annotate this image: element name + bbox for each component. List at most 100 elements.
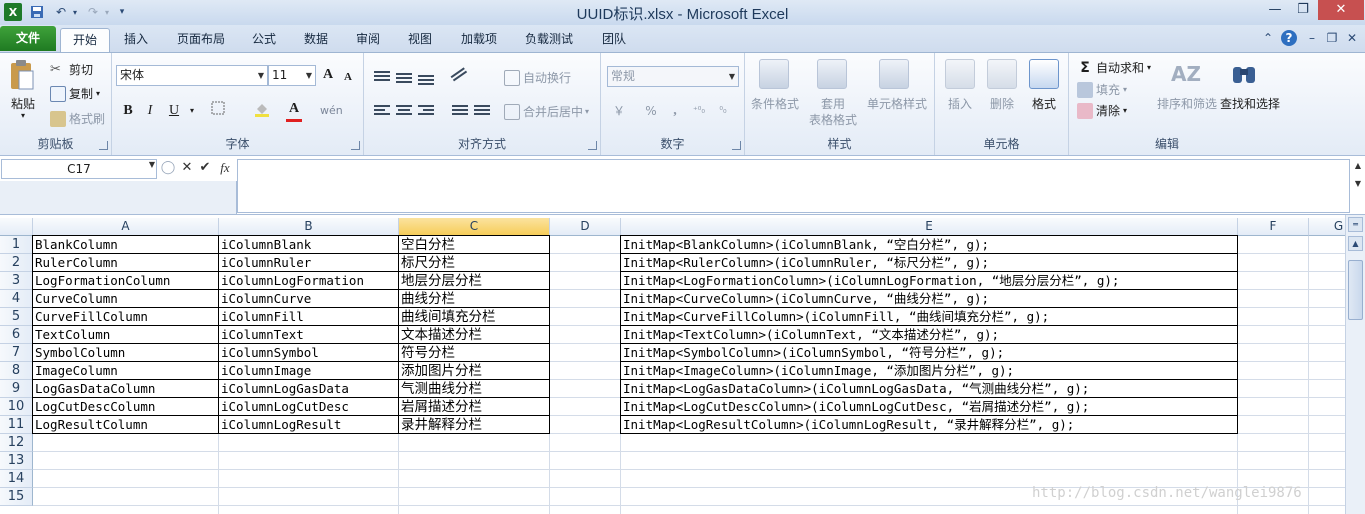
- tab-team[interactable]: 团队: [592, 28, 636, 52]
- column-header-g[interactable]: G: [1309, 218, 1345, 236]
- decrease-decimal-icon[interactable]: ⁰₀: [713, 101, 733, 121]
- formula-expand-up-icon[interactable]: ▲: [1352, 161, 1364, 179]
- insert-function-icon[interactable]: fx: [216, 160, 234, 178]
- column-header-d[interactable]: D: [550, 218, 621, 236]
- row-header[interactable]: 2: [0, 254, 33, 272]
- restore-icon[interactable]: ❐: [1290, 0, 1316, 20]
- split-box-icon[interactable]: ═: [1348, 217, 1363, 232]
- help-icon[interactable]: ?: [1281, 30, 1297, 46]
- insert-cells-icon[interactable]: [945, 59, 975, 89]
- ribbon-minimize-icon[interactable]: ⌃: [1260, 30, 1276, 46]
- column-header-c[interactable]: C: [399, 218, 550, 236]
- align-right-icon[interactable]: [418, 103, 434, 117]
- format-as-table-label1[interactable]: 套用: [805, 95, 861, 112]
- row-header[interactable]: 13: [0, 452, 33, 470]
- font-launcher-icon[interactable]: .: [351, 141, 360, 150]
- tab-file[interactable]: 文件: [0, 26, 56, 51]
- font-size-dropdown-icon[interactable]: ▼: [303, 66, 315, 85]
- autosum-button[interactable]: Σ 自动求和 ▾: [1077, 59, 1151, 76]
- tab-page-layout[interactable]: 页面布局: [168, 28, 234, 52]
- enter-icon[interactable]: ✔: [198, 160, 212, 178]
- format-painter-button[interactable]: 格式刷: [50, 110, 105, 127]
- sort-filter-icon[interactable]: AZ: [1171, 59, 1201, 89]
- close-icon[interactable]: ✕: [1318, 0, 1364, 20]
- format-cells-icon[interactable]: [1029, 59, 1059, 89]
- workbook-minimize-icon[interactable]: –: [1304, 30, 1320, 46]
- name-box-dropdown-icon[interactable]: ▼: [147, 160, 157, 178]
- decrease-indent-icon[interactable]: [452, 103, 468, 117]
- paste-icon[interactable]: [9, 59, 35, 91]
- tab-load-test[interactable]: 负载测试: [514, 28, 584, 52]
- row-header[interactable]: 7: [0, 344, 33, 362]
- row-header[interactable]: 9: [0, 380, 33, 398]
- column-header-f[interactable]: F: [1238, 218, 1309, 236]
- tab-view[interactable]: 视图: [398, 28, 442, 52]
- row-header[interactable]: 6: [0, 326, 33, 344]
- format-as-table-icon[interactable]: [817, 59, 847, 89]
- row-header[interactable]: 10: [0, 398, 33, 416]
- row-header[interactable]: 12: [0, 434, 33, 452]
- conditional-format-label[interactable]: 条件格式: [747, 95, 803, 112]
- underline-button[interactable]: U: [164, 101, 184, 121]
- row-header[interactable]: 4: [0, 290, 33, 308]
- clear-button[interactable]: 清除 ▾: [1077, 102, 1127, 119]
- formula-input[interactable]: [237, 159, 1350, 213]
- formula-expand-down-icon[interactable]: ▼: [1352, 179, 1364, 197]
- scroll-thumb[interactable]: [1348, 260, 1363, 320]
- autosum-dropdown-icon[interactable]: ▾: [1147, 63, 1151, 72]
- bold-button[interactable]: B: [118, 101, 138, 121]
- scroll-up-icon[interactable]: ▲: [1348, 236, 1363, 251]
- increase-indent-icon[interactable]: [474, 103, 490, 117]
- cell-styles-icon[interactable]: [879, 59, 909, 89]
- formula-bar-grip-icon[interactable]: ◯: [160, 160, 176, 178]
- vertical-scrollbar[interactable]: ═ ▲: [1345, 215, 1365, 514]
- insert-cells-label[interactable]: 插入: [939, 95, 981, 112]
- delete-cells-label[interactable]: 删除: [981, 95, 1023, 112]
- cell-styles-label[interactable]: 单元格样式: [863, 95, 931, 112]
- name-box[interactable]: C17: [1, 159, 157, 179]
- merge-center-button[interactable]: 合并后居中 ▾: [504, 103, 589, 120]
- minimize-icon[interactable]: —: [1262, 0, 1288, 20]
- format-cells-label[interactable]: 格式: [1023, 95, 1065, 112]
- row-header[interactable]: 3: [0, 272, 33, 290]
- cut-button[interactable]: ✂ 剪切: [50, 61, 93, 78]
- find-select-label[interactable]: 查找和选择: [1219, 95, 1281, 112]
- paste-dropdown-icon[interactable]: ▾: [4, 111, 42, 120]
- borders-icon[interactable]: [208, 101, 228, 121]
- copy-button[interactable]: 复制 ▾: [50, 85, 100, 102]
- row-header[interactable]: 14: [0, 470, 33, 488]
- column-header-a[interactable]: A: [33, 218, 219, 236]
- orientation-icon[interactable]: [449, 66, 470, 87]
- tab-addins[interactable]: 加载项: [452, 28, 506, 52]
- font-color-icon[interactable]: A: [284, 99, 304, 119]
- conditional-format-icon[interactable]: [759, 59, 789, 89]
- worksheet-grid[interactable]: A B C D E F G 1 2 3 4 5 6 7 8 9 10 11 12 13 14 15 Blan…: [0, 215, 1345, 514]
- wrap-text-button[interactable]: 自动换行: [504, 69, 571, 86]
- select-all-corner[interactable]: [0, 218, 33, 236]
- align-left-icon[interactable]: [374, 103, 390, 117]
- font-name-select[interactable]: 宋体 ▼: [116, 65, 268, 86]
- cancel-icon[interactable]: ✕: [180, 160, 194, 178]
- font-size-select[interactable]: 11 ▼: [268, 65, 316, 86]
- currency-icon[interactable]: ￥: [609, 101, 629, 121]
- delete-cells-icon[interactable]: [987, 59, 1017, 89]
- grow-font-button[interactable]: A: [318, 65, 338, 85]
- font-name-dropdown-icon[interactable]: ▼: [255, 66, 267, 85]
- fill-button[interactable]: 填充 ▾: [1077, 81, 1127, 98]
- format-as-table-label2[interactable]: 表格格式: [801, 111, 865, 128]
- clipboard-launcher-icon[interactable]: .: [99, 141, 108, 150]
- clear-dropdown-icon[interactable]: ▾: [1123, 106, 1127, 115]
- sort-filter-label[interactable]: 排序和筛选: [1157, 95, 1217, 112]
- merge-dropdown-icon[interactable]: ▾: [585, 107, 589, 116]
- comma-button[interactable]: ,: [665, 101, 685, 121]
- column-header-e[interactable]: E: [621, 218, 1238, 236]
- underline-dropdown-icon[interactable]: ▾: [182, 101, 202, 121]
- italic-button[interactable]: I: [140, 101, 160, 121]
- phonetic-icon[interactable]: wén: [320, 101, 343, 121]
- number-launcher-icon[interactable]: .: [732, 141, 741, 150]
- row-header[interactable]: 1: [0, 236, 33, 254]
- number-format-dropdown-icon[interactable]: ▼: [726, 67, 738, 86]
- workbook-close-icon[interactable]: ✕: [1344, 30, 1360, 46]
- row-header[interactable]: 8: [0, 362, 33, 380]
- number-format-select[interactable]: 常规 ▼: [607, 66, 739, 87]
